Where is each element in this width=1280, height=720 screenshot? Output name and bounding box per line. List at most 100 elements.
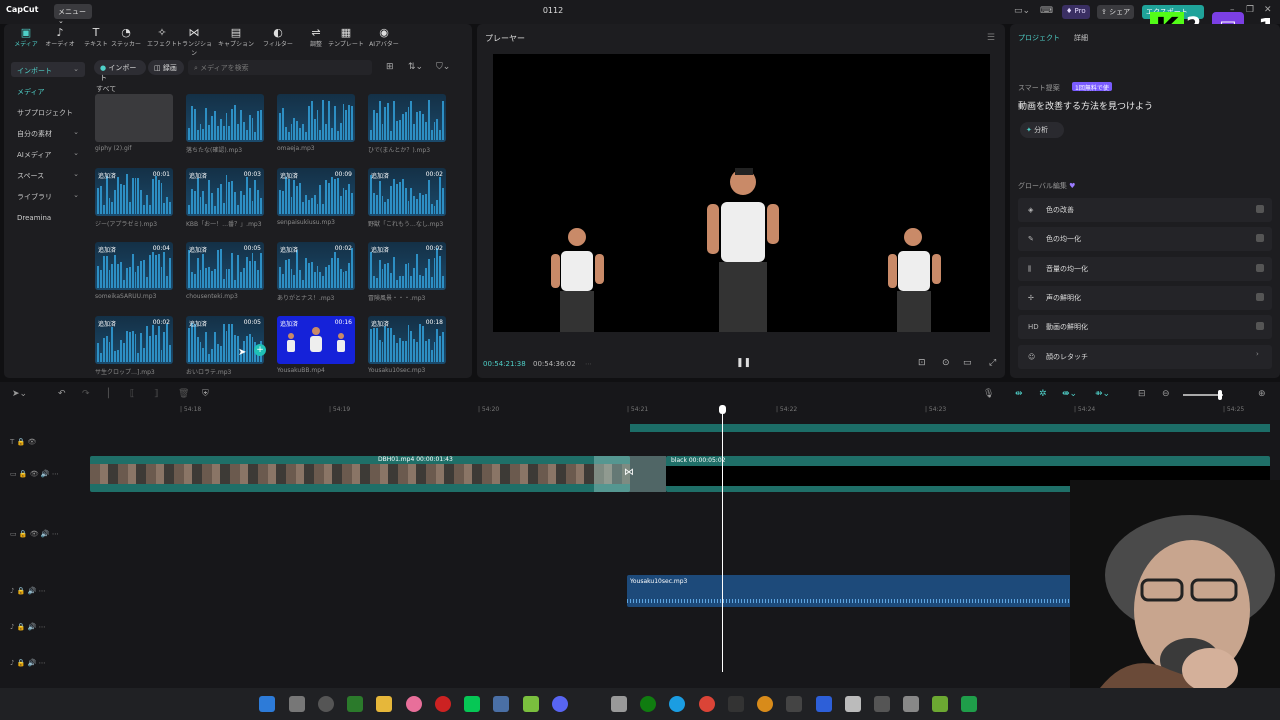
- sidebar-item-0[interactable]: インポート ⌄: [11, 62, 85, 77]
- pause-icon[interactable]: ❚❚: [736, 358, 751, 368]
- nvidia-icon[interactable]: [347, 696, 363, 712]
- audio-track-controls-3[interactable]: ♪ 🔒 🔊 ⋯: [10, 659, 46, 667]
- sidebar-item-2[interactable]: サブプロジェクト: [11, 104, 85, 119]
- keyboard-icon[interactable]: ⌨: [1040, 6, 1053, 16]
- image-app-icon[interactable]: [845, 696, 861, 712]
- fullscreen-icon[interactable]: ⤢: [989, 358, 996, 368]
- store-icon[interactable]: [816, 696, 832, 712]
- media-item[interactable]: omaeja.mp3: [277, 94, 355, 152]
- snap-icon[interactable]: ⇼⌄: [1062, 389, 1077, 399]
- tab-details[interactable]: 詳細: [1074, 33, 1088, 43]
- zoom-slider[interactable]: [1183, 394, 1223, 396]
- g-app-icon[interactable]: [786, 696, 802, 712]
- tab-project[interactable]: プロジェクト: [1018, 33, 1060, 43]
- zoom-out-icon[interactable]: ⊖: [1162, 389, 1170, 399]
- shield-icon[interactable]: ⛨: [202, 389, 209, 399]
- import-toggle[interactable]: ● インポート: [94, 60, 146, 82]
- app-icon-a[interactable]: [611, 696, 627, 712]
- share-button[interactable]: ⇪ シェア: [1097, 5, 1135, 19]
- tool-tab-transition[interactable]: ⋈ トランジション: [176, 27, 212, 58]
- option-toggle[interactable]: [1256, 234, 1264, 243]
- ratio-icon[interactable]: ⊡: [918, 358, 926, 368]
- media-item[interactable]: 追加済 00:02 冒険風景・・・.mp3: [368, 242, 446, 302]
- tool-tab-media[interactable]: ▣ メディア: [8, 27, 44, 49]
- sidebar-item-4[interactable]: AIメディア ⌄: [11, 146, 85, 161]
- sidebar-item-1[interactable]: メディア: [11, 83, 85, 98]
- microphone-icon[interactable]: 🎙: [983, 389, 994, 399]
- media-item[interactable]: 追加済 00:05 おいロラテ.mp3: [186, 316, 264, 376]
- maximize-icon[interactable]: ❐: [1246, 5, 1254, 15]
- media-item[interactable]: 追加済 00:04 someikaSARUU.mp3: [95, 242, 173, 300]
- chevron-right-icon[interactable]: ›: [1256, 350, 1264, 358]
- app-icon-b[interactable]: [728, 696, 744, 712]
- link-icon[interactable]: ⇹: [1015, 389, 1023, 399]
- media-item[interactable]: ひで(まんとか？).mp3: [368, 94, 446, 154]
- widget-icon[interactable]: [318, 696, 334, 712]
- edge-icon[interactable]: [669, 696, 685, 712]
- video-preview[interactable]: [493, 54, 990, 332]
- media-item[interactable]: 追加済 00:02 サ生クロップ…].mp3: [95, 316, 173, 376]
- video-track-controls[interactable]: ▭ 🔒 👁 🔊 ⋯: [10, 530, 59, 538]
- chrome-icon[interactable]: [699, 696, 715, 712]
- media-item[interactable]: 落ちたな(確認).mp3: [186, 94, 264, 154]
- record-toggle[interactable]: ◫ 録画: [148, 60, 184, 75]
- search-input[interactable]: ⌕ メディアを検索: [188, 60, 372, 75]
- redo-icon[interactable]: ↷: [82, 389, 90, 399]
- v-app-icon[interactable]: [523, 696, 539, 712]
- undo-icon[interactable]: ↶: [58, 389, 66, 399]
- delete-icon[interactable]: 🗑: [178, 389, 189, 399]
- global-edit-option[interactable]: ✢ 声の鮮明化: [1018, 285, 1272, 310]
- discord-icon[interactable]: [552, 696, 568, 712]
- fit-icon[interactable]: ⊟: [1138, 389, 1146, 399]
- playhead-handle[interactable]: [719, 405, 726, 414]
- tool-tab-effect[interactable]: ✧ エフェクト: [144, 27, 180, 49]
- zoom-fit-icon[interactable]: ⊙: [942, 358, 950, 368]
- sort-icon[interactable]: ⇅⌄: [408, 62, 423, 72]
- coin-icon[interactable]: [757, 696, 773, 712]
- media-item[interactable]: giphy (2).gif: [95, 94, 173, 152]
- split-icon[interactable]: ⎮: [106, 389, 111, 399]
- trim-right-icon[interactable]: ⟧: [154, 389, 158, 399]
- audio-track-controls-2[interactable]: ♪ 🔒 🔊 ⋯: [10, 623, 46, 631]
- player-menu-icon[interactable]: ☰: [987, 33, 995, 43]
- transition-block[interactable]: ⋈: [594, 456, 666, 492]
- media-item[interactable]: 追加済 00:09 senpaisukiusu.mp3: [277, 168, 355, 226]
- tool-tab-audio[interactable]: ♪ オーディオ: [42, 27, 78, 49]
- track-overlay-bar[interactable]: [630, 424, 1270, 432]
- audio-track-controls-1[interactable]: ♪ 🔒 🔊 ⋯: [10, 587, 46, 595]
- media-item[interactable]: 追加済 00:18 Yousaku10sec.mp3: [368, 316, 446, 374]
- zoom-in-icon[interactable]: ⊕: [1258, 389, 1266, 399]
- media-item[interactable]: 追加済 00:01 ジー(アプラゼミ).mp3: [95, 168, 173, 228]
- network-icon[interactable]: [493, 696, 509, 712]
- tool-tab-filter[interactable]: ◐ フィルター: [260, 27, 296, 49]
- xbox-icon[interactable]: [640, 696, 656, 712]
- tool-tab-template[interactable]: ▦ テンプレート: [328, 27, 364, 49]
- playhead[interactable]: [722, 408, 723, 672]
- sidebar-item-7[interactable]: Dreamina: [11, 210, 85, 225]
- sidebar-item-5[interactable]: スペース ⌄: [11, 167, 85, 182]
- option-toggle[interactable]: [1256, 292, 1264, 301]
- tool-tab-caption[interactable]: ▤ キャプション: [218, 27, 254, 49]
- layout-icon[interactable]: ▭⌄: [1014, 6, 1030, 16]
- taskview-icon[interactable]: [289, 696, 305, 712]
- option-toggle[interactable]: [1256, 263, 1264, 272]
- trim-left-icon[interactable]: ⟦: [130, 389, 134, 399]
- global-edit-option[interactable]: ✎ 色の均一化: [1018, 227, 1272, 252]
- zoom-slider-handle[interactable]: [1218, 390, 1222, 400]
- start-icon[interactable]: [259, 696, 275, 712]
- filter-icon[interactable]: ⛉⌄: [436, 62, 450, 72]
- preview-axis-icon[interactable]: ⇻⌄: [1095, 389, 1110, 399]
- analyze-button[interactable]: ✦ 分析: [1020, 122, 1064, 138]
- option-toggle[interactable]: [1256, 205, 1264, 213]
- media-item[interactable]: 追加済 00:05 chousenteki.mp3: [186, 242, 264, 300]
- sidebar-item-6[interactable]: ライブラリ ⌄: [11, 188, 85, 203]
- sheet-icon[interactable]: [961, 696, 977, 712]
- select-tool-icon[interactable]: ➤⌄: [12, 389, 27, 399]
- folder-icon[interactable]: [376, 696, 392, 712]
- tool-app-icon[interactable]: [874, 696, 890, 712]
- global-edit-option[interactable]: HD 動画の鮮明化: [1018, 315, 1272, 340]
- option-toggle[interactable]: [1256, 322, 1264, 331]
- media-item[interactable]: 追加済 00:03 KBB「お一！…番？」.mp3: [186, 168, 264, 228]
- calc-icon[interactable]: [903, 696, 919, 712]
- global-edit-option[interactable]: ☺ 顔のレタッチ ›: [1018, 344, 1272, 369]
